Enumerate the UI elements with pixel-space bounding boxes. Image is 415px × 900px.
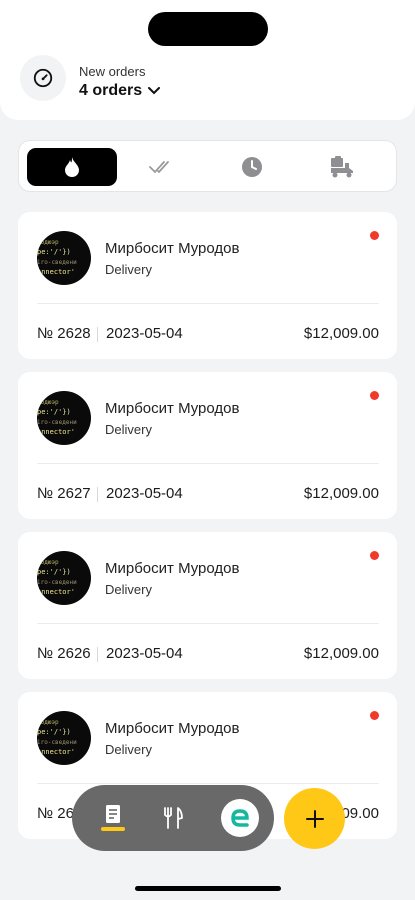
avatar-code-line: водюэр: [37, 559, 59, 566]
status-dot: [370, 551, 379, 560]
divider: [37, 623, 379, 624]
avatar-code-line: pe:'/'}): [37, 728, 71, 736]
order-type: Delivery: [105, 422, 152, 437]
order-date: 2023-05-04: [106, 325, 183, 342]
avatar-code-line: pe:'/'}): [37, 248, 71, 256]
order-card[interactable]: водюэр pe:'/'}) iro-сведени onnector' Ми…: [18, 212, 397, 359]
avatar-code-line: водюэр: [37, 239, 59, 246]
order-card[interactable]: водюэр pe:'/'}) iro-сведени onnector' Ми…: [18, 532, 397, 679]
avatar: водюэр pe:'/'}) iro-сведени onnector': [37, 711, 91, 765]
tab-delivery[interactable]: [297, 148, 387, 186]
status-tabs: [18, 140, 397, 192]
order-price: $12,009.00: [303, 485, 379, 502]
divider: [37, 463, 379, 464]
add-order-button[interactable]: [284, 788, 345, 849]
order-type: Delivery: [105, 262, 152, 277]
gauge-icon: [33, 68, 53, 88]
fork-knife-icon: [164, 807, 183, 829]
orders-document-icon: [101, 805, 125, 831]
order-date: 2023-05-04: [106, 485, 183, 502]
flame-icon: [65, 157, 79, 177]
order-type: Delivery: [105, 742, 152, 757]
brand-e-icon: [221, 799, 259, 837]
avatar-code-line: iro-сведени: [37, 419, 77, 426]
order-price: $12,009.00: [303, 645, 379, 662]
order-price: $12,009.00: [303, 325, 379, 342]
nav-brand[interactable]: [220, 798, 260, 838]
avatar: водюэр pe:'/'}) iro-сведени onnector': [37, 551, 91, 605]
divider: [37, 303, 379, 304]
avatar-code-line: pe:'/'}): [37, 408, 71, 416]
avatar-code-line: onnector': [37, 588, 75, 596]
status-dot: [370, 231, 379, 240]
customer-name: Мирбосит Муродов: [105, 720, 240, 737]
order-date: 2023-05-04: [106, 645, 183, 662]
avatar-code-line: onnector': [37, 428, 75, 436]
avatar-code-line: iro-сведени: [37, 739, 77, 746]
avatar-code-line: водюэр: [37, 719, 59, 726]
order-card[interactable]: водюэр pe:'/'}) iro-сведени onnector' Ми…: [18, 372, 397, 519]
avatar-code-line: onnector': [37, 748, 75, 756]
avatar: водюэр pe:'/'}) iro-сведени onnector': [37, 231, 91, 285]
status-dot: [370, 711, 379, 720]
order-number: № 2628: [37, 325, 98, 342]
chevron-down-icon: [148, 87, 161, 95]
home-indicator: [135, 886, 281, 891]
avatar-code-line: pe:'/'}): [37, 568, 71, 576]
customer-name: Мирбосит Муродов: [105, 240, 240, 257]
orders-count-dropdown[interactable]: 4 orders: [79, 82, 161, 100]
customer-name: Мирбосит Муродов: [105, 560, 240, 577]
nav-menu[interactable]: [153, 798, 193, 838]
bottom-nav: [72, 785, 274, 851]
avatar-code-line: iro-сведени: [37, 259, 77, 266]
tab-new[interactable]: [27, 148, 117, 186]
tab-in-progress[interactable]: [207, 148, 297, 186]
divider: [37, 783, 379, 784]
clock-icon: [242, 157, 262, 177]
camera-notch: [148, 12, 268, 46]
double-check-icon: [149, 161, 169, 174]
avatar: водюэр pe:'/'}) iro-сведени onnector': [37, 391, 91, 445]
plus-icon: [305, 809, 324, 828]
nav-orders[interactable]: [93, 798, 133, 838]
customer-name: Мирбосит Муродов: [105, 400, 240, 417]
avatar-code-line: iro-сведени: [37, 579, 77, 586]
orders-count-text: 4 orders: [79, 82, 143, 99]
tab-accepted[interactable]: [117, 148, 207, 186]
order-number: № 2627: [37, 485, 98, 502]
header: New orders 4 orders: [0, 0, 415, 120]
dashboard-button[interactable]: [20, 55, 66, 101]
avatar-code-line: водюэр: [37, 399, 59, 406]
new-orders-label: New orders: [79, 64, 146, 79]
delivery-truck-icon: [331, 156, 353, 178]
status-dot: [370, 391, 379, 400]
avatar-code-line: onnector': [37, 268, 75, 276]
order-number: № 2626: [37, 645, 98, 662]
order-type: Delivery: [105, 582, 152, 597]
